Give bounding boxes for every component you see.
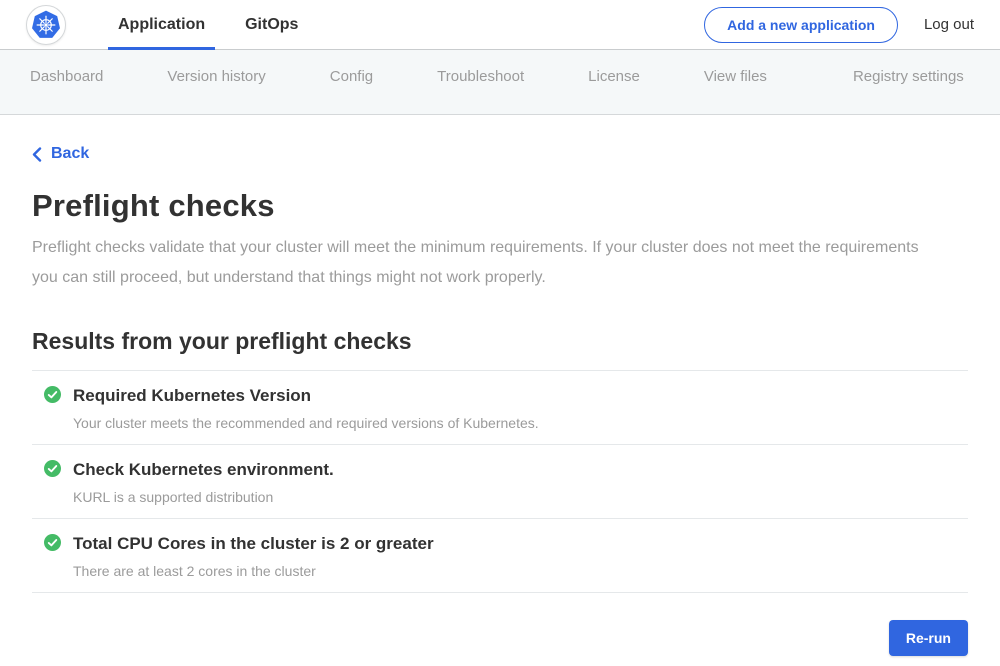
check-body: Total CPU Cores in the cluster is 2 or g…: [73, 533, 434, 579]
check-row-cpu-cores: Total CPU Cores in the cluster is 2 or g…: [32, 519, 968, 593]
footer-actions: Re-run: [32, 620, 968, 656]
subnav-item-troubleshoot[interactable]: Troubleshoot: [437, 66, 524, 88]
subnav-item-registry-settings[interactable]: Registry settings: [853, 66, 964, 88]
subnav-item-dashboard[interactable]: Dashboard: [30, 66, 103, 88]
top-nav-right: Add a new application Log out: [704, 7, 974, 43]
chevron-left-icon: [32, 147, 42, 162]
check-body: Check Kubernetes environment. KURL is a …: [73, 459, 334, 505]
check-detail: KURL is a supported distribution: [73, 489, 334, 505]
kubernetes-helm-wheel: [30, 9, 62, 41]
tab-gitops[interactable]: GitOps: [225, 0, 318, 50]
subnav-item-view-files[interactable]: View files: [704, 66, 767, 88]
app-sub-nav: Dashboard Version history Config Trouble…: [0, 50, 1000, 115]
check-circle-icon: [44, 460, 61, 477]
logout-link[interactable]: Log out: [924, 16, 974, 33]
primary-tabs: Application GitOps: [98, 0, 318, 50]
top-nav: Application GitOps Add a new application…: [0, 0, 1000, 50]
check-body: Required Kubernetes Version Your cluster…: [73, 385, 539, 431]
kubernetes-logo-icon[interactable]: [26, 5, 66, 45]
rerun-button[interactable]: Re-run: [889, 620, 968, 656]
back-link[interactable]: Back: [32, 145, 89, 163]
check-row-kubernetes-version: Required Kubernetes Version Your cluster…: [32, 371, 968, 445]
tab-application[interactable]: Application: [98, 0, 225, 50]
preflight-results-list: Required Kubernetes Version Your cluster…: [32, 370, 968, 593]
check-detail: There are at least 2 cores in the cluste…: [73, 563, 434, 579]
subnav-item-license[interactable]: License: [588, 66, 640, 88]
check-title: Check Kubernetes environment.: [73, 459, 334, 481]
check-title: Total CPU Cores in the cluster is 2 or g…: [73, 533, 434, 555]
back-label: Back: [51, 145, 89, 163]
check-row-kubernetes-environment: Check Kubernetes environment. KURL is a …: [32, 445, 968, 519]
check-circle-icon: [44, 386, 61, 403]
add-new-application-button[interactable]: Add a new application: [704, 7, 898, 43]
subnav-item-config[interactable]: Config: [330, 66, 373, 88]
check-title: Required Kubernetes Version: [73, 385, 539, 407]
page-description: Preflight checks validate that your clus…: [32, 233, 947, 293]
check-detail: Your cluster meets the recommended and r…: [73, 415, 539, 431]
results-heading: Results from your preflight checks: [32, 328, 968, 355]
tab-application-label: Application: [118, 16, 205, 34]
page-title: Preflight checks: [32, 188, 968, 224]
subnav-item-version-history[interactable]: Version history: [167, 66, 265, 88]
tab-gitops-label: GitOps: [245, 16, 298, 34]
preflight-page: Back Preflight checks Preflight checks v…: [0, 115, 1000, 656]
check-circle-icon: [44, 534, 61, 551]
